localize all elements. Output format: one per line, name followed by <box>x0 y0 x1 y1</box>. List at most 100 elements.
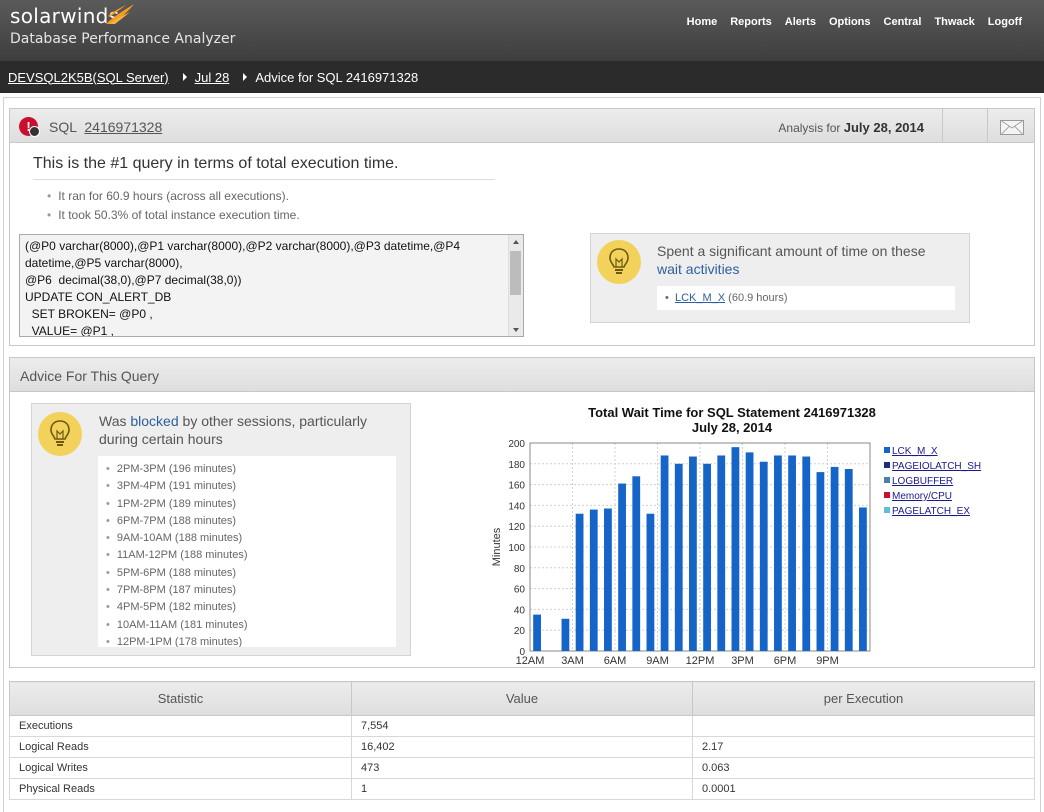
clock-icon <box>29 126 40 137</box>
breadcrumb-server[interactable]: DEVSQL2K5B(SQL Server) <box>8 70 169 85</box>
legend-item: LCK_M_X <box>892 446 938 457</box>
sql-code-textarea[interactable]: (@P0 varchar(8000),@P1 varchar(8000),@P2… <box>19 234 524 337</box>
bar <box>859 507 867 651</box>
y-tick-label: 160 <box>508 481 525 492</box>
wait-item-value: (60.9 hours) <box>728 292 788 304</box>
list-item: 4PM-5PM (182 minutes) <box>98 599 396 616</box>
code-line: datetime,@P5 varchar(8000), <box>25 256 183 270</box>
y-tick-label: 20 <box>514 626 526 637</box>
table-cell: 0.063 <box>692 757 1035 779</box>
table-cell: Logical Writes <box>9 757 352 779</box>
list-item: 1PM-2PM (189 minutes) <box>98 496 396 513</box>
column-header: Statistic <box>9 681 352 716</box>
sql-title: SQL 2416971328 <box>49 119 162 135</box>
list-item: 10AM-11AM (181 minutes) <box>98 617 396 634</box>
chart-svg: Total Wait Time for SQL Statement 241697… <box>491 405 981 667</box>
x-tick-label: 6AM <box>604 655 627 667</box>
bar <box>788 455 796 651</box>
bar <box>646 513 655 651</box>
table-row: Logical Reads 16,402 2.17 <box>9 736 1035 758</box>
y-tick-label: 120 <box>508 522 525 533</box>
bar <box>844 469 853 651</box>
headline: This is the #1 query in terms of total e… <box>33 155 399 172</box>
legend-item: PAGEIOLATCH_SH <box>892 461 981 472</box>
x-tick-label: 3PM <box>731 655 754 667</box>
sql-id-link[interactable]: 2416971328 <box>84 119 162 135</box>
chart-title: Total Wait Time for SQL Statement 241697… <box>588 405 876 420</box>
breadcrumb: DEVSQL2K5B(SQL Server) Jul 28 Advice for… <box>0 61 1044 93</box>
advice-panel-header: Advice For This Query <box>10 358 1034 392</box>
bar <box>632 476 641 651</box>
statistics-table: Statistic Value per Execution Executions… <box>9 681 1035 800</box>
y-tick-label: 200 <box>508 439 525 450</box>
wait-tip-text: Spent a significant amount of time on th… <box>657 242 926 278</box>
bullet: • <box>665 292 675 304</box>
code-line: (@P0 varchar(8000),@P1 varchar(8000),@P2… <box>25 239 461 253</box>
table-cell: 2.17 <box>692 736 1035 758</box>
code-line: SET BROKEN= @P0 , <box>25 307 153 321</box>
table-cell <box>692 715 1035 737</box>
nav-logoff[interactable]: Logoff <box>988 16 1022 28</box>
bar <box>830 466 839 651</box>
flame-icon <box>106 4 134 24</box>
divider <box>33 179 495 180</box>
bar <box>689 456 697 651</box>
code-line: VALUE= @P1 , <box>25 324 114 337</box>
x-tick-label: 12AM <box>516 655 545 667</box>
legend-item: PAGELATCH_EX <box>892 506 970 517</box>
nav-thwack[interactable]: Thwack <box>934 16 974 28</box>
table-cell: Logical Reads <box>9 736 352 758</box>
blocked-link[interactable]: blocked <box>130 413 178 429</box>
advice-panel: Advice For This Query Was blocked by oth… <box>9 357 1035 668</box>
y-tick-label: 140 <box>508 501 525 512</box>
code-line: UPDATE CON_ALERT_DB <box>25 290 172 304</box>
email-button[interactable] <box>942 109 1034 142</box>
nav-central[interactable]: Central <box>884 16 922 28</box>
nav-reports[interactable]: Reports <box>730 16 772 28</box>
table-header-row: Statistic Value per Execution <box>9 681 1035 716</box>
code-line: @P6 decimal(38,0),@P7 decimal(38,0)) <box>25 273 242 287</box>
nav-alerts[interactable]: Alerts <box>785 16 816 28</box>
list-item: 2PM-3PM (196 minutes) <box>98 461 396 478</box>
wait-item-link[interactable]: LCK_M_X <box>675 292 725 304</box>
bar <box>816 472 825 651</box>
blocked-tip: Was blocked by other sessions, particula… <box>31 403 411 656</box>
scrollbar[interactable] <box>508 235 523 336</box>
bar <box>533 614 541 651</box>
y-tick-label: 40 <box>514 605 526 616</box>
bar <box>759 461 768 651</box>
top-bar: solarwinds Database Performance Analyzer… <box>0 0 1044 61</box>
wait-time-chart: Total Wait Time for SQL Statement 241697… <box>480 403 1020 668</box>
list-item: 6PM-7PM (188 minutes) <box>98 513 396 530</box>
nav-options[interactable]: Options <box>829 16 871 28</box>
scroll-up-icon[interactable] <box>513 240 519 244</box>
sql-label: SQL <box>49 119 77 135</box>
scroll-thumb[interactable] <box>510 251 521 295</box>
blocked-tip-text: Was blocked by other sessions, particula… <box>99 412 399 448</box>
table-cell: 473 <box>351 757 693 779</box>
y-tick-label: 60 <box>514 585 526 596</box>
list-item: 11AM-12PM (188 minutes) <box>98 547 396 564</box>
table-cell: 1 <box>351 778 693 800</box>
list-item: 12PM-1PM (178 minutes) <box>98 634 396 647</box>
breadcrumb-date[interactable]: Jul 28 <box>195 70 230 85</box>
legend-item: Memory/CPU <box>892 491 952 502</box>
bar <box>618 483 626 651</box>
bar <box>604 508 612 651</box>
table-row: Executions 7,554 <box>9 715 1035 737</box>
scroll-down-icon[interactable] <box>513 328 519 332</box>
table-cell: 16,402 <box>351 736 693 758</box>
main-nav: Home Reports Alerts Options Central Thwa… <box>687 16 1022 28</box>
breadcrumb-current: Advice for SQL 2416971328 <box>255 69 419 85</box>
blocked-hours-list: 2PM-3PM (196 minutes) 3PM-4PM (191 minut… <box>98 456 396 647</box>
wait-activities-tip: Spent a significant amount of time on th… <box>590 233 970 323</box>
nav-home[interactable]: Home <box>687 16 718 28</box>
list-item: 7PM-8PM (187 minutes) <box>98 582 396 599</box>
x-tick-label: 3AM <box>561 655 584 667</box>
list-item: 3PM-4PM (191 minutes) <box>98 478 396 495</box>
bar <box>731 447 740 651</box>
y-tick-label: 80 <box>514 564 526 575</box>
wait-activities-link[interactable]: wait activities <box>657 261 739 277</box>
y-tick-label: 100 <box>508 543 525 554</box>
mail-icon <box>1000 120 1024 135</box>
